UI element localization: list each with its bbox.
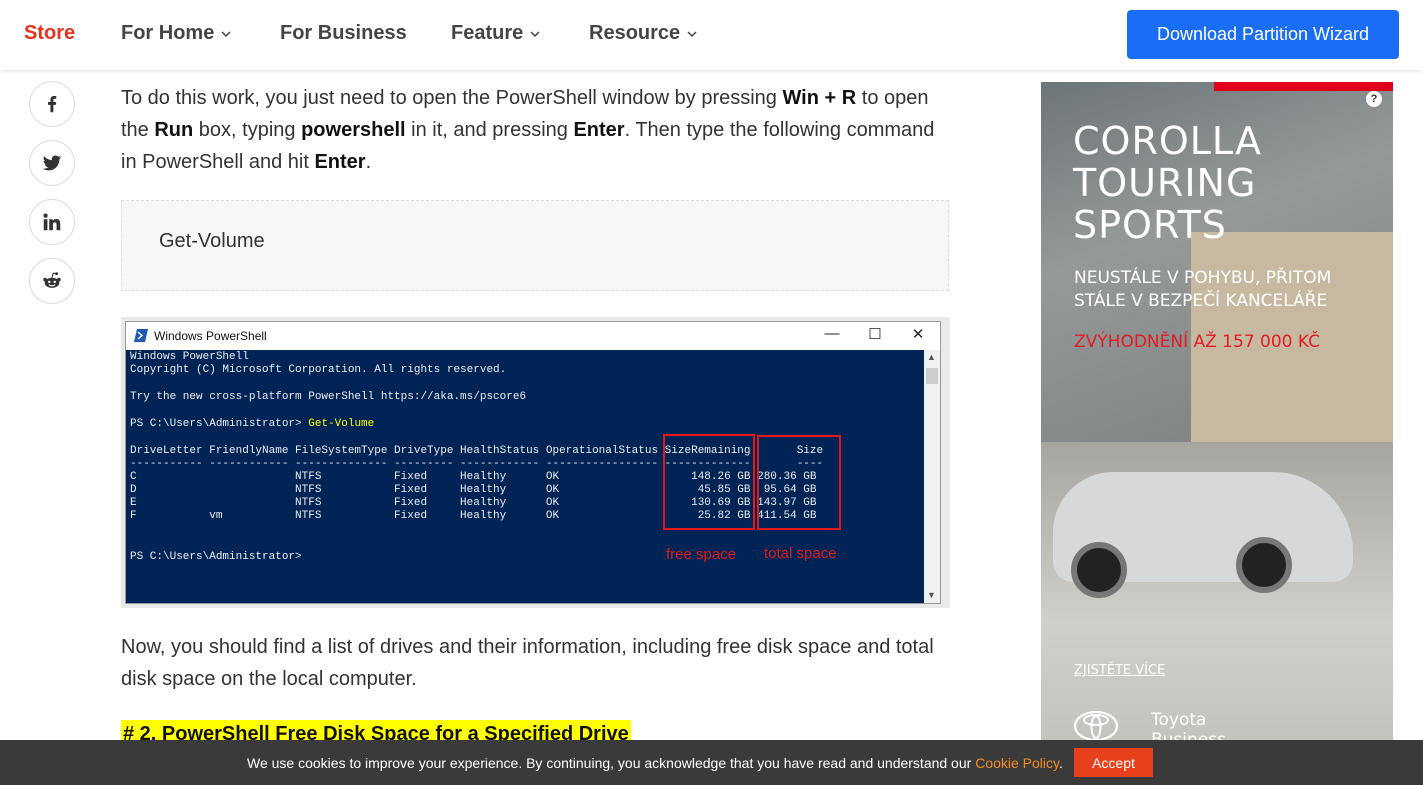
share-linkedin-button[interactable]	[29, 199, 75, 245]
nav-store-link[interactable]: Store	[24, 22, 75, 45]
toyota-logo-icon	[1073, 710, 1119, 742]
nav-store-label: Store	[24, 22, 76, 44]
powershell-icon	[134, 329, 148, 342]
nav-for-business-link[interactable]: For Business	[280, 22, 407, 45]
nav-resource-label: Resource	[589, 22, 681, 44]
scroll-up-icon: ▲	[927, 352, 936, 362]
nav-for-home-label: For Home	[121, 22, 215, 44]
ad-red-strip	[1214, 82, 1393, 91]
window-title: Windows PowerShell	[154, 329, 267, 343]
ad-car-wheel	[1071, 542, 1127, 598]
keyboard-shortcut: Win + R	[782, 87, 857, 109]
code-text[interactable]: Get-Volume	[159, 230, 265, 253]
total-space-label: total space	[764, 545, 837, 562]
ad-help-icon[interactable]: ?	[1366, 91, 1382, 107]
nav-feature-menu[interactable]: Feature	[451, 22, 541, 45]
share-facebook-button[interactable]	[29, 81, 75, 127]
scroll-thumb[interactable]	[926, 368, 938, 384]
chevron-down-icon	[687, 30, 697, 37]
top-navigation: Store For Home For Business Feature Reso…	[0, 0, 1423, 70]
advertisement[interactable]: ? COROLLA TOURING SPORTS NEUSTÁLE V POHY…	[1041, 82, 1393, 742]
text-run: To do this work, you just need to open t…	[121, 87, 783, 109]
console-line: Try the new cross-platform PowerShell ht…	[130, 391, 527, 403]
share-reddit-button[interactable]	[29, 258, 75, 304]
cookie-policy-link[interactable]: Cookie Policy	[975, 755, 1059, 771]
bold-term: Enter	[573, 119, 625, 141]
download-partition-wizard-button[interactable]: Download Partition Wizard	[1127, 10, 1399, 59]
console-prompt: PS C:\Users\Administrator>	[130, 418, 309, 430]
text-run: .	[365, 151, 372, 173]
ad-title-line: TOURING	[1073, 161, 1257, 205]
ad-cta-link[interactable]: ZJISTĚTE VÍCE	[1074, 663, 1165, 678]
window-titlebar: Windows PowerShell — ☐ ✕	[126, 322, 940, 350]
ad-subtitle-line: NEUSTÁLE V POHYBU, PŘITOM	[1074, 268, 1332, 288]
ad-brand-text: Toyota Business	[1151, 710, 1226, 742]
console-command: Get-Volume	[308, 418, 375, 430]
twitter-icon	[42, 155, 62, 171]
console-line: Copyright (C) Microsoft Corporation. All…	[130, 364, 507, 376]
linkedin-icon	[43, 213, 61, 231]
console-prompt-line: PS C:\Users\Administrator>	[130, 551, 302, 563]
cookie-text: We use cookies to improve your experienc…	[247, 755, 976, 771]
cookie-banner: We use cookies to improve your experienc…	[0, 740, 1423, 785]
console-scrollbar[interactable]: ▲ ▼	[924, 350, 940, 603]
minimize-icon: —	[824, 325, 840, 342]
powershell-screenshot: Windows PowerShell — ☐ ✕ Windows PowerSh…	[121, 317, 950, 608]
ad-title-line: SPORTS	[1073, 203, 1227, 247]
text-run: box, typing	[193, 119, 302, 141]
cookie-text-end: .	[1058, 755, 1063, 771]
close-icon: ✕	[911, 326, 925, 343]
nav-for-business-label: For Business	[280, 22, 407, 44]
chevron-down-icon	[221, 30, 231, 37]
bold-term: Enter	[314, 151, 366, 173]
console-prompt-line: PS C:\Users\Administrator> Get-Volume	[130, 418, 374, 430]
console-line: Windows PowerShell	[130, 351, 249, 363]
share-twitter-button[interactable]	[29, 140, 75, 186]
maximize-icon: ☐	[868, 326, 882, 343]
total-space-highlight	[757, 435, 841, 530]
nav-resource-menu[interactable]: Resource	[589, 22, 698, 45]
chevron-down-icon	[530, 30, 540, 37]
bold-term: Run	[154, 119, 194, 141]
ad-car-wheel	[1236, 537, 1292, 593]
ad-brand-name: Toyota	[1151, 710, 1207, 730]
ad-title-line: COROLLA	[1073, 119, 1262, 163]
text-run: in it, and pressing	[405, 119, 574, 141]
free-space-highlight	[663, 434, 755, 530]
nav-for-home-menu[interactable]: For Home	[121, 22, 232, 45]
free-space-label: free space	[666, 546, 737, 563]
reddit-icon	[43, 272, 61, 288]
ad-promo-text: ZVÝHODNĚNÍ AŽ 157 000 KČ	[1074, 332, 1320, 352]
scroll-down-icon: ▼	[927, 590, 936, 600]
result-paragraph: Now, you should find a list of drives an…	[121, 636, 934, 690]
code-block: Get-Volume	[121, 200, 949, 291]
facebook-icon	[47, 96, 57, 113]
bold-term: powershell	[301, 119, 406, 141]
accept-cookies-button[interactable]: Accept	[1074, 748, 1153, 777]
ad-subtitle-line: STÁLE V BEZPEČÍ KANCELÁŘE	[1074, 291, 1328, 311]
instruction-paragraph: To do this work, you just need to open t…	[121, 82, 941, 178]
cookie-message: We use cookies to improve your experienc…	[247, 755, 1063, 771]
nav-feature-label: Feature	[451, 22, 524, 44]
